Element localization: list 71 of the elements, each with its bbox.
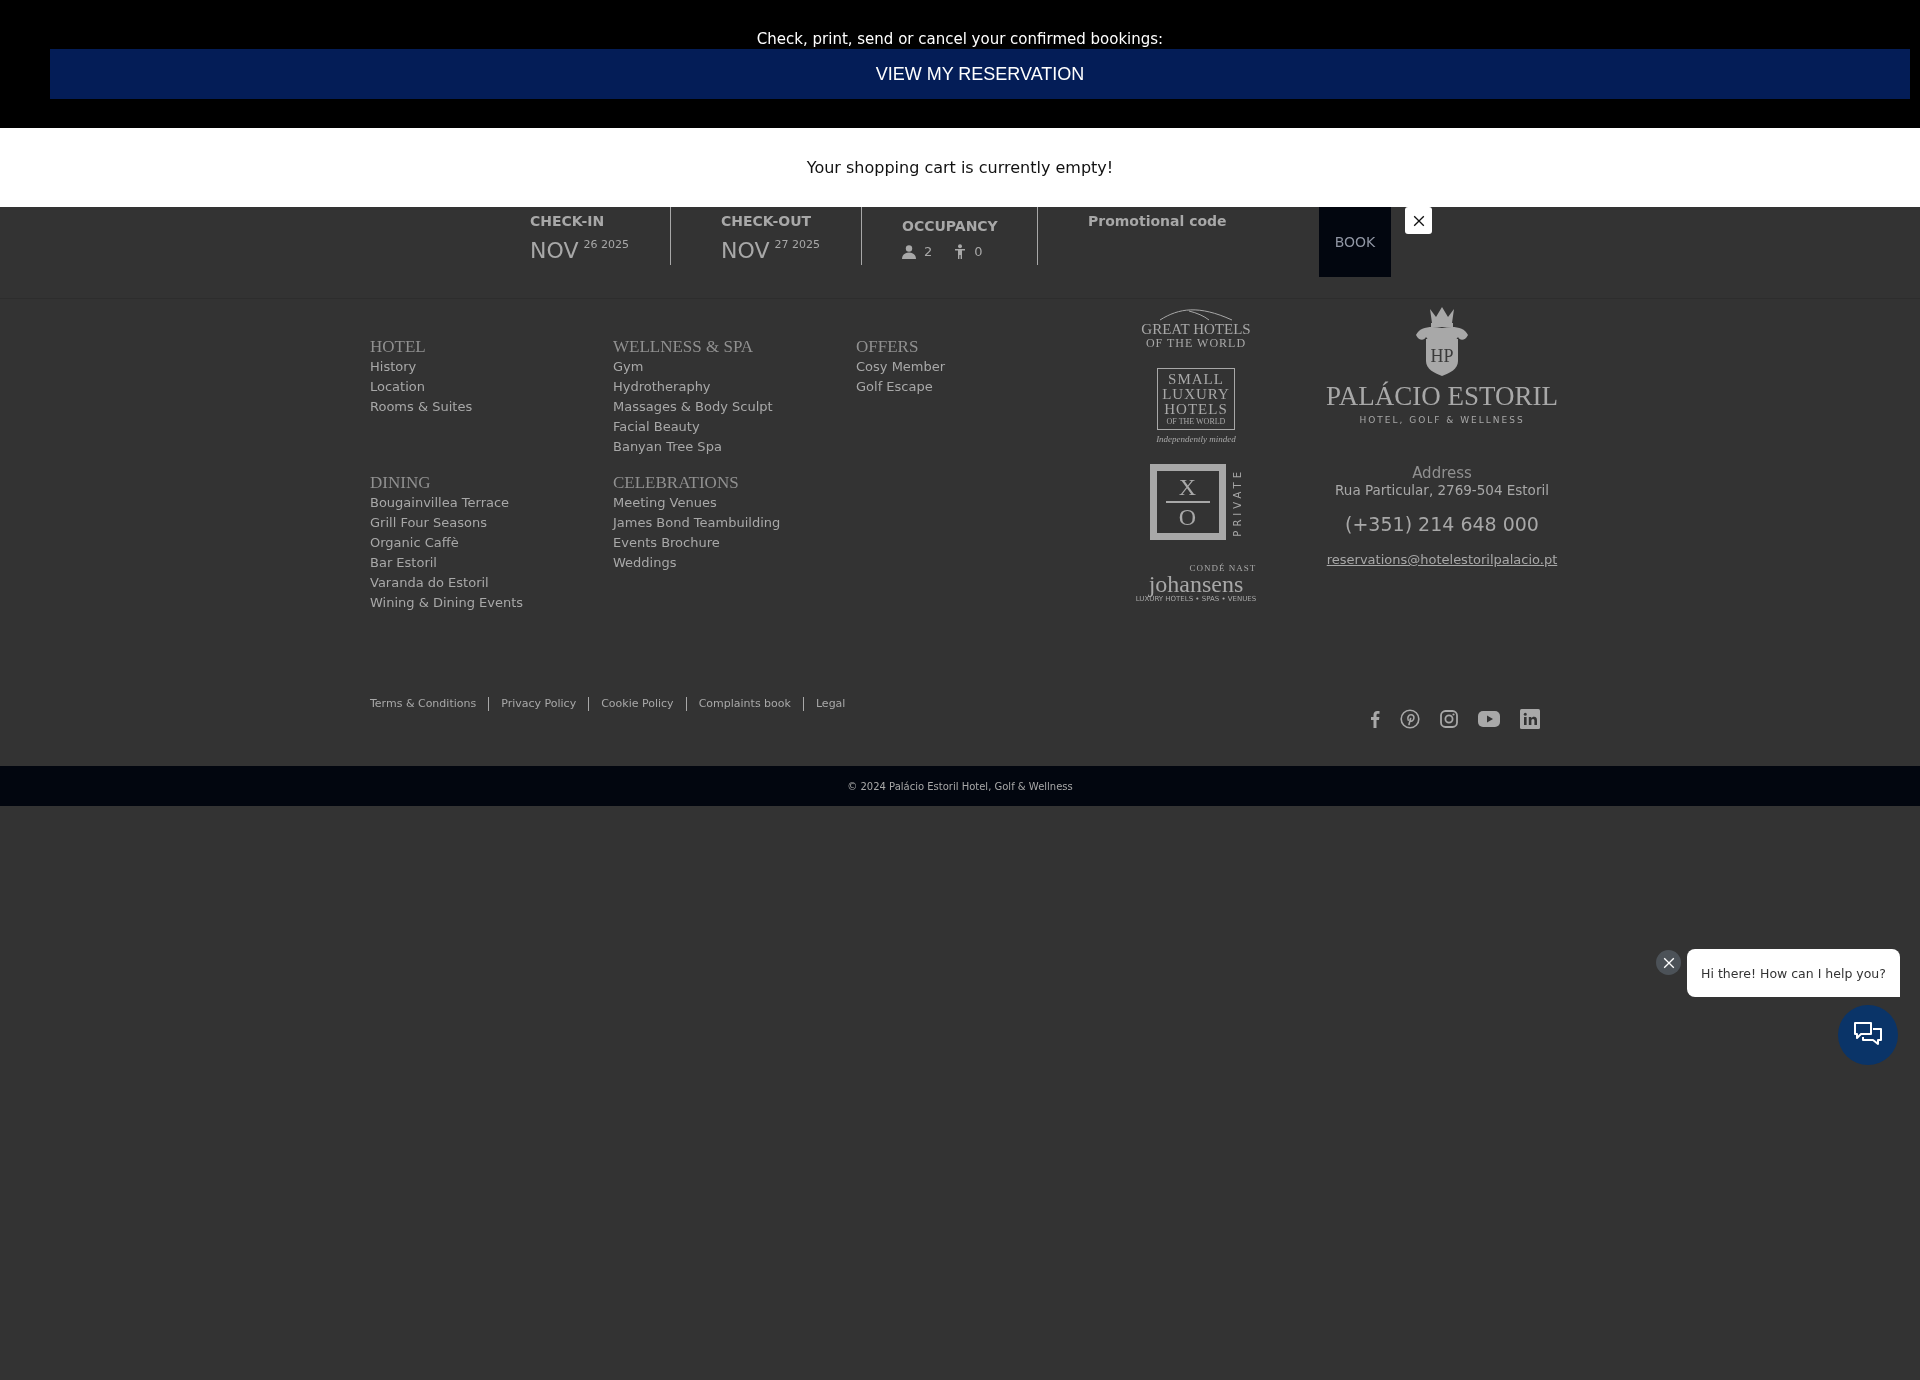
email-link[interactable]: reservations@hotelestorilpalacio.pt	[1326, 552, 1558, 567]
footer-link[interactable]: Hydrotheraphy	[613, 377, 711, 397]
date-label: CHECK-OUT	[721, 213, 813, 229]
close-icon	[1662, 956, 1675, 969]
footer-link[interactable]: Gym	[613, 357, 644, 377]
facebook-icon[interactable]	[1370, 710, 1380, 728]
footer-link[interactable]: Wining & Dining Events	[370, 593, 524, 613]
logo-badge: X O	[1149, 464, 1226, 540]
legal-link[interactable]: Privacy Policy	[488, 697, 589, 711]
footer-link[interactable]: Meeting Venues	[613, 493, 717, 513]
footer-link[interactable]: Facial Beauty	[613, 417, 700, 437]
footer-link[interactable]: Location	[370, 377, 425, 397]
footer-link[interactable]: Events Brochure	[613, 533, 720, 553]
legal-link[interactable]: Cookie Policy	[588, 697, 686, 711]
footer-link[interactable]: Weddings	[613, 553, 677, 573]
address-text: Rua Particular, 2769-504 Estoril	[1335, 481, 1549, 499]
footer-heading: DINING	[370, 473, 431, 493]
crest-monogram: HP	[1430, 346, 1454, 366]
logo-text: OF THE WORLD	[1145, 337, 1247, 350]
occupancy-label: OCCUPANCY	[902, 218, 999, 234]
footer-link[interactable]: Cosy Member	[856, 357, 946, 377]
footer-heading: CELEBRATIONS	[613, 473, 739, 493]
date-picker[interactable]: NOV $^{27 2025}$	[721, 239, 861, 263]
pinterest-icon[interactable]	[1400, 709, 1420, 729]
logo-text: johansens	[1148, 573, 1244, 595]
child-count: 0	[974, 244, 983, 259]
adult-icon	[902, 244, 916, 259]
promo-code-label: Promotional code	[1088, 213, 1228, 229]
child-icon	[954, 244, 967, 259]
logo-text: CONDÉ NAST	[1189, 564, 1257, 573]
footer-link[interactable]: Varanda do Estoril	[370, 573, 489, 593]
brand-tagline: HOTEL, GOLF & WELLNESS	[1359, 415, 1525, 425]
footer-link[interactable]: Golf Escape	[856, 377, 933, 397]
footer-link[interactable]: Banyan Tree Spa	[613, 437, 722, 457]
logo-badge: SMALL LUXURY HOTELS OF THE WORLD	[1157, 368, 1235, 430]
cart-message: Your shopping cart is currently empty!	[806, 158, 1114, 177]
footer-link[interactable]: History	[370, 357, 417, 377]
address-label: Address	[1412, 465, 1472, 481]
chat-close-button[interactable]	[1656, 950, 1681, 975]
footer-link[interactable]: Massages & Body Sculpt	[613, 397, 773, 417]
legal-link[interactable]: Terms & Conditions	[370, 697, 489, 711]
date-label: CHECK-IN	[530, 213, 606, 229]
footer-link[interactable]: Bar Estoril	[370, 553, 437, 573]
phone-number[interactable]: (+351) 214 648 000	[1345, 513, 1539, 535]
logo-text: GREAT HOTELS	[1141, 321, 1251, 337]
logo-text: PRIVATE	[1231, 467, 1243, 537]
legal-link[interactable]: Complaints book	[685, 697, 803, 711]
footer-heading: OFFERS	[856, 337, 919, 357]
chat-button[interactable]	[1838, 1005, 1898, 1065]
close-button[interactable]	[1405, 207, 1432, 234]
close-icon	[1412, 214, 1425, 227]
adult-count: 2	[924, 244, 933, 259]
view-reservation-button[interactable]: VIEW MY RESERVATION	[50, 49, 1910, 99]
book-button[interactable]: BOOK	[1319, 207, 1391, 277]
footer-link[interactable]: Organic Caffè	[370, 533, 459, 553]
linkedin-icon[interactable]	[1520, 709, 1540, 729]
footer-link[interactable]: Rooms & Suites	[370, 397, 473, 417]
copyright-text: © 2024 Palácio Estoril Hotel, Golf & Wellness	[847, 780, 1073, 792]
footer-link[interactable]: Bougainvillea Terrace	[370, 493, 510, 513]
chat-message: Hi there! How can I help you?	[1701, 965, 1886, 981]
reservation-prompt: Check, print, send or cancel your confirmed bookings:	[756, 30, 1164, 49]
footer-heading: WELLNESS & SPA	[613, 337, 754, 357]
youtube-icon[interactable]	[1478, 711, 1500, 727]
footer-link[interactable]: Grill Four Seasons	[370, 513, 488, 533]
legal-link[interactable]: Legal	[802, 697, 858, 711]
footer-heading: HOTEL	[370, 337, 426, 357]
date-picker[interactable]: NOV $^{26 2025}$	[530, 239, 670, 263]
instagram-icon[interactable]	[1440, 710, 1458, 728]
logo-tagline: Independently minded	[1156, 434, 1236, 444]
footer-link[interactable]: James Bond Teambuilding	[613, 513, 781, 533]
brand-name: PALÁCIO ESTORIL	[1326, 381, 1558, 411]
